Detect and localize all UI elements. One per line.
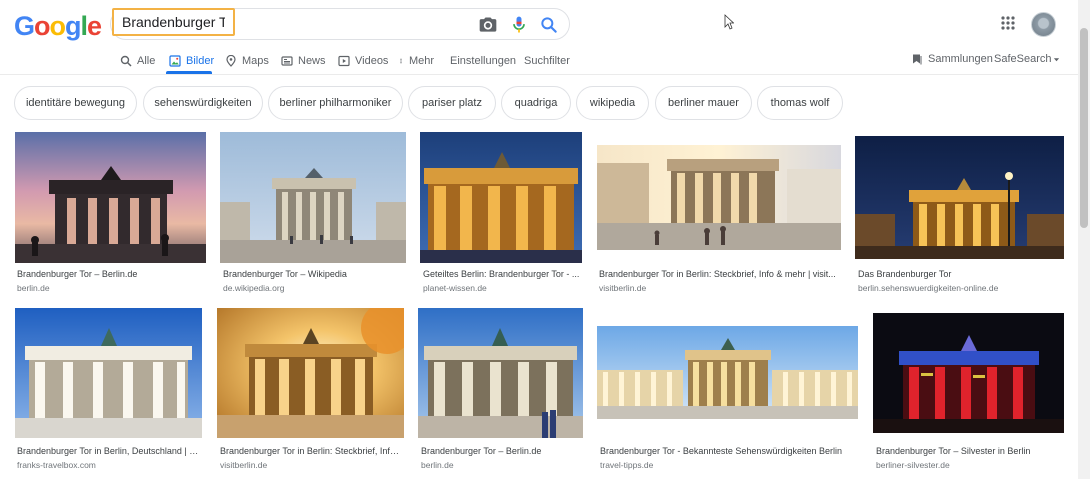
google-logo[interactable]: Google [14,11,102,42]
settings-label: Einstellungen [450,55,517,67]
account-avatar[interactable] [1031,12,1056,37]
result-source[interactable]: berliner-silvester.de [876,460,1064,470]
chip-label: identitäre bewegung [25,97,126,109]
result-title[interactable]: Das Brandenburger Tor [858,269,1063,279]
tab-maps[interactable]: Maps [225,50,269,72]
settings-link[interactable]: Einstellungen [450,50,516,72]
map-pin-icon [226,55,236,67]
result-source[interactable]: franks-travelbox.com [17,460,201,470]
chip-label: wikipedia [589,97,636,109]
result-title[interactable]: Brandenburger Tor in Berlin, Deutschland… [17,446,201,456]
related-chip[interactable]: quadriga [501,86,571,120]
related-chip[interactable]: thomas wolf [757,86,843,120]
tab-label: Mehr [409,55,435,67]
result-source[interactable]: planet-wissen.de [423,283,581,293]
header-divider [0,74,1078,75]
safesearch-label: SafeSearch [994,53,1052,65]
safesearch-dropdown[interactable]: SafeSearch [994,52,1060,66]
result-thumbnail[interactable] [597,326,858,419]
chip-label: sehenswürdigkeiten [154,97,252,109]
related-chip[interactable]: sehenswürdigkeiten [143,86,263,120]
caret-down-icon [1054,57,1060,61]
tab-label: Bilder [186,55,215,67]
result-thumbnail[interactable] [15,132,206,263]
result-title[interactable]: Brandenburger Tor – Silvester in Berlin [876,446,1064,456]
chip-label: berliner mauer [668,97,739,109]
result-source[interactable]: visitberlin.de [599,283,839,293]
logo-letter: o [49,11,66,41]
result-title[interactable]: Brandenburger Tor – Berlin.de [421,446,581,456]
logo-letter: e [87,11,102,41]
result-title[interactable]: Brandenburger Tor - Bekannteste Sehenswü… [600,446,856,456]
tab-more[interactable]: Mehr [398,50,434,72]
search-icon[interactable] [539,15,559,35]
search-filter-link[interactable]: Suchfilter [524,50,570,72]
chip-label: pariser platz [422,97,482,109]
search-box [110,8,570,40]
result-thumbnail[interactable] [418,308,583,438]
collections-button[interactable]: Sammlungen [911,52,993,66]
result-thumbnail[interactable] [855,136,1064,259]
result-title[interactable]: Geteiltes Berlin: Brandenburger Tor - ..… [423,269,581,279]
result-thumbnail[interactable] [217,308,404,438]
search-icon [120,55,132,67]
play-icon [338,55,350,67]
result-source[interactable]: visitberlin.de [220,460,402,470]
more-vert-icon [400,58,402,64]
image-icon [169,55,181,67]
tab-label: Videos [355,55,389,67]
result-title[interactable]: Brandenburger Tor in Berlin: Steckbrief,… [220,446,402,456]
search-input[interactable] [112,8,235,36]
filter-label: Suchfilter [524,55,570,67]
result-thumbnail[interactable] [597,145,841,250]
result-thumbnail[interactable] [420,132,582,263]
tab-videos[interactable]: Videos [338,50,388,72]
bookmark-collection-icon [913,54,922,65]
chip-label: berliner philharmoniker [279,97,392,109]
related-chip[interactable]: identitäre bewegung [14,86,137,120]
logo-letter: g [65,11,81,41]
related-chip[interactable]: berliner mauer [655,86,752,120]
result-source[interactable]: de.wikipedia.org [223,283,405,293]
tab-label: Alle [137,55,156,67]
mic-icon[interactable] [509,15,529,35]
scrollbar-thumb[interactable] [1080,28,1088,228]
result-title[interactable]: Brandenburger Tor – Berlin.de [17,269,205,279]
apps-grid-icon[interactable] [1001,16,1015,30]
mouse-cursor-icon [724,14,734,30]
logo-letter: o [34,11,50,41]
newspaper-icon [281,56,293,66]
result-source[interactable]: travel-tipps.de [600,460,856,470]
logo-letter: G [14,11,35,41]
result-source[interactable]: berlin.de [421,460,581,470]
camera-icon[interactable] [478,15,498,35]
tab-news[interactable]: News [281,50,326,72]
result-title[interactable]: Brandenburger Tor in Berlin: Steckbrief,… [599,269,839,279]
chip-label: quadriga [514,97,558,109]
tab-label: Maps [242,55,269,67]
result-thumbnail[interactable] [873,313,1064,433]
result-title[interactable]: Brandenburger Tor – Wikipedia [223,269,405,279]
result-thumbnail[interactable] [220,132,406,263]
result-source[interactable]: berlin.de [17,283,205,293]
related-chip[interactable]: berliner philharmoniker [268,86,403,120]
collections-label: Sammlungen [928,53,993,65]
result-thumbnail[interactable] [15,308,202,438]
related-chip[interactable]: pariser platz [408,86,496,120]
result-source[interactable]: berlin.sehenswuerdigkeiten-online.de [858,283,1063,293]
tab-images[interactable]: Bilder [169,50,214,72]
related-chip[interactable]: wikipedia [576,86,649,120]
tab-all[interactable]: Alle [120,50,155,72]
tab-label: News [298,55,326,67]
chip-label: thomas wolf [770,97,830,109]
